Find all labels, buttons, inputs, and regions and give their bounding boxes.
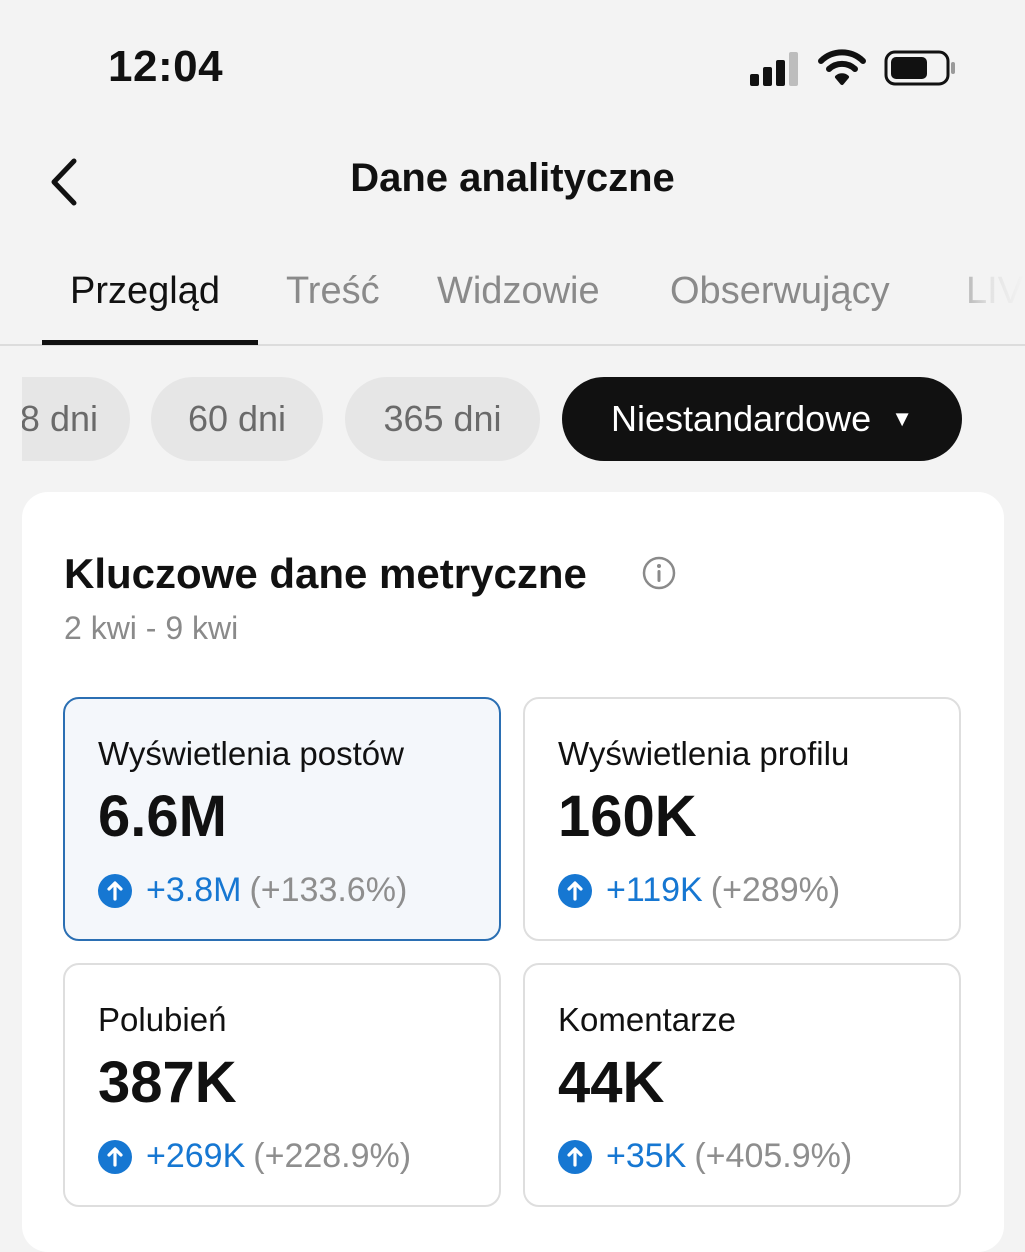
metric-value: 44K (558, 1050, 665, 1115)
metric-label: Komentarze (558, 1001, 736, 1038)
tab-bar: Przegląd Treść Widzowie Obserwujący LIVE (0, 262, 1025, 346)
tab-followers[interactable]: Obserwujący (670, 270, 890, 313)
metric-change: +35K (+405.9%) (558, 1137, 852, 1176)
metric-value: 160K (558, 784, 697, 849)
metric-delta: +269K (146, 1137, 246, 1175)
period-chip-label: 365 dni (383, 398, 502, 439)
period-chip-custom[interactable]: Niestandardowe ▼ (562, 377, 962, 461)
battery-icon (884, 50, 955, 86)
key-metrics-title: Kluczowe dane metryczne (64, 550, 587, 597)
info-icon[interactable] (642, 556, 676, 590)
period-chip-label: Niestandardowe (611, 398, 872, 439)
caret-down-icon: ▼ (891, 406, 913, 431)
metric-profile-views[interactable]: Wyświetlenia profilu 160K +119K (+289%) (523, 697, 961, 941)
metric-value: 6.6M (98, 784, 227, 849)
metric-percent: (+228.9%) (253, 1137, 412, 1175)
tab-viewers[interactable]: Widzowie (437, 270, 600, 313)
status-time: 12:04 (108, 42, 224, 91)
metric-percent: (+405.9%) (694, 1137, 853, 1175)
status-bar: 12:04 (0, 0, 1025, 130)
metric-label: Wyświetlenia profilu (558, 735, 850, 772)
metric-percent: (+133.6%) (249, 871, 408, 909)
metric-change: +3.8M (+133.6%) (98, 871, 407, 910)
period-chip-60-days[interactable]: 60 dni (151, 377, 323, 461)
metric-percent: (+289%) (710, 871, 841, 909)
chip-scroll-edge (0, 370, 22, 470)
metric-delta: +35K (606, 1137, 687, 1175)
metric-likes[interactable]: Polubień 387K +269K (+228.9%) (63, 963, 501, 1207)
cellular-signal-icon (750, 52, 798, 86)
date-range: 2 kwi - 9 kwi (64, 610, 239, 646)
metric-change: +269K (+228.9%) (98, 1137, 411, 1176)
arrow-up-icon (98, 873, 132, 908)
metric-label: Polubień (98, 1001, 227, 1038)
metric-delta: +119K (606, 871, 703, 909)
wifi-icon (818, 49, 866, 85)
metric-change: +119K (+289%) (558, 871, 840, 910)
metric-comments[interactable]: Komentarze 44K +35K (+405.9%) (523, 963, 961, 1207)
arrow-up-icon (558, 873, 592, 908)
arrow-up-icon (558, 1139, 592, 1174)
active-tab-indicator (42, 340, 258, 345)
tab-content[interactable]: Treść (286, 270, 380, 313)
tab-overview[interactable]: Przegląd (70, 270, 220, 313)
metric-label: Wyświetlenia postów (98, 735, 404, 772)
period-chip-365-days[interactable]: 365 dni (345, 377, 540, 461)
tab-live[interactable]: LIVE (966, 270, 1025, 313)
period-chip-label: 60 dni (187, 398, 287, 439)
page-title: Dane analityczne (350, 156, 675, 200)
arrow-up-icon (98, 1139, 132, 1174)
metric-delta: +3.8M (146, 871, 242, 909)
metric-value: 387K (98, 1050, 237, 1115)
metric-post-views[interactable]: Wyświetlenia postów 6.6M +3.8M (+133.6%) (63, 697, 501, 941)
